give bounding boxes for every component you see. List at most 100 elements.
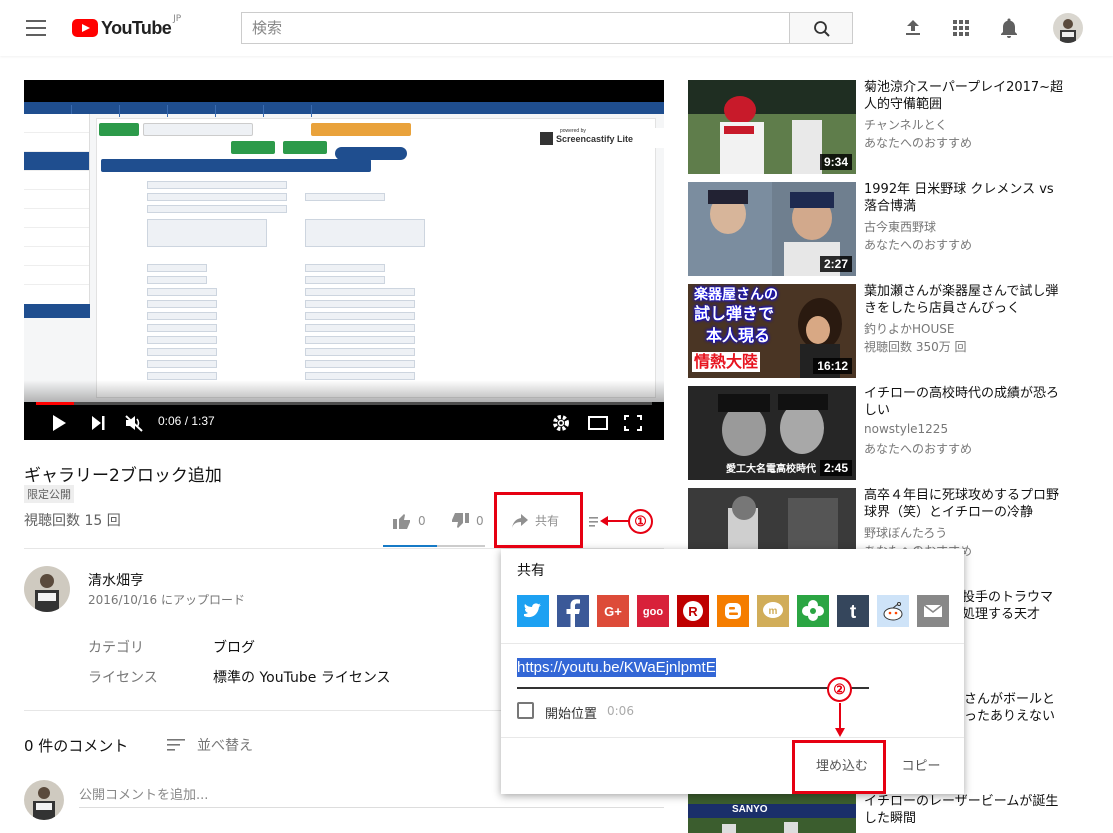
- share-twitter-button[interactable]: [517, 595, 549, 627]
- upload-icon[interactable]: [901, 16, 925, 40]
- fullscreen-icon[interactable]: [623, 414, 643, 432]
- share-mixi-button[interactable]: m: [757, 595, 789, 627]
- video-title: ギャラリー2ブロック追加: [24, 466, 222, 486]
- menu-icon[interactable]: [26, 20, 46, 36]
- watermark-text: Screencastify Lite: [556, 134, 634, 144]
- rec-meta: あなたへのおすすめ: [864, 238, 973, 252]
- rec-thumbnail: 2:27: [688, 182, 856, 276]
- recorded-app-topbar: [24, 102, 664, 117]
- next-icon[interactable]: [90, 414, 106, 432]
- rec-title-line-1: 投手のトラウマ: [962, 590, 1054, 605]
- notifications-bell-icon[interactable]: [997, 16, 1021, 40]
- sort-button[interactable]: 並べ替え: [167, 735, 253, 755]
- thumbs-down-icon: [452, 513, 469, 528]
- google-plus-icon: G+: [597, 595, 629, 627]
- logo-wordmark: YouTube: [101, 17, 172, 38]
- share-separator: [501, 737, 964, 738]
- thumb-overlay-text-2: 試し弾きで: [694, 304, 775, 323]
- rec-item[interactable]: 楽器屋さんの 試し弾きで 本人現る 情熱大陸 16:12 葉加瀬さんが楽器屋さん…: [688, 284, 1113, 378]
- channel-avatar[interactable]: [24, 566, 70, 612]
- rec-title-line-2: ったありえない: [964, 709, 1056, 724]
- category-value[interactable]: ブログ: [213, 637, 255, 657]
- svg-text:t: t: [850, 602, 857, 623]
- thumb-overlay-text-1: 楽器屋さんの: [694, 287, 778, 303]
- share-google-plus-button[interactable]: G+: [597, 595, 629, 627]
- thumbs-up-icon: [393, 514, 410, 529]
- share-tumblr-button[interactable]: t: [837, 595, 869, 627]
- share-reddit-button[interactable]: [877, 595, 909, 627]
- start-at-checkbox[interactable]: [517, 702, 534, 719]
- play-icon[interactable]: [50, 414, 68, 432]
- share-separator: [501, 643, 964, 644]
- sort-icon: [167, 739, 185, 751]
- like-button[interactable]: 0: [392, 512, 426, 530]
- annotation-arrow-down-icon: [835, 703, 845, 737]
- rec-channel: 古今東西野球: [864, 220, 937, 234]
- copy-button[interactable]: コピー: [894, 749, 948, 785]
- thumb-overlay-text-4: 情熱大陸: [692, 352, 761, 372]
- dislike-count: 0: [476, 514, 484, 528]
- rec-item[interactable]: SANYO イチローのレーザービームが誕生した瞬間: [688, 794, 1113, 833]
- channel-name[interactable]: 清水畑亨: [88, 570, 144, 590]
- sentiment-like-fill: [383, 545, 438, 547]
- masthead: YouTube JP: [0, 0, 1113, 56]
- recorded-app-form: [96, 118, 656, 398]
- rec-item[interactable]: 9:34 菊池涼介スーパープレイ2017~超人的守備範囲 チャンネルとく あなた…: [688, 80, 1113, 174]
- search-button[interactable]: [789, 12, 853, 44]
- reddit-icon: [877, 595, 909, 627]
- logo-region: JP: [173, 14, 182, 24]
- rec-item[interactable]: 2:27 1992年 日米野球 クレメンス vs 落合博満 古今東西野球 あなた…: [688, 182, 1113, 276]
- rec-thumbnail: SANYO: [688, 794, 856, 833]
- rec-thumbnail: 愛工大名電高校時代 2:45: [688, 386, 856, 480]
- video-frame: powered by Screencastify Lite: [24, 102, 664, 402]
- svg-text:G+: G+: [604, 604, 622, 619]
- rec-item[interactable]: 愛工大名電高校時代 2:45 イチローの高校時代の成績が恐ろしい nowstyl…: [688, 386, 1113, 480]
- share-url-field[interactable]: https://youtu.be/KWaEjnlpmtE: [517, 658, 869, 689]
- theater-mode-icon[interactable]: [587, 414, 609, 432]
- settings-gear-icon[interactable]: [552, 414, 570, 432]
- upload-date: 2016/10/16 にアップロード: [88, 593, 245, 607]
- thumb-sign-text: SANYO: [732, 804, 768, 815]
- watermark-prefix: powered by: [560, 128, 586, 134]
- annotation-highlight-embed: [792, 740, 886, 794]
- time-display: 0:06 / 1:37: [158, 414, 215, 428]
- youtube-logo[interactable]: YouTube JP: [72, 14, 182, 40]
- rec-title: 葉加瀬さんが楽器屋さんで試し弾きをしたら店員さんびっく: [864, 284, 1059, 316]
- video-player[interactable]: powered by Screencastify Lite 0:06 / 1:3…: [24, 80, 664, 440]
- share-goo-button[interactable]: goo: [637, 595, 669, 627]
- like-count: 0: [418, 514, 426, 528]
- share-blogger-button[interactable]: [717, 595, 749, 627]
- share-rakuten-button[interactable]: R: [677, 595, 709, 627]
- dislike-button[interactable]: 0: [450, 512, 484, 530]
- svg-text:R: R: [688, 604, 698, 619]
- apps-grid-icon[interactable]: [949, 16, 973, 40]
- rec-title-line-2: 処理する天才: [962, 607, 1041, 622]
- start-at-time[interactable]: 0:06: [607, 704, 634, 718]
- rec-duration: 2:27: [819, 256, 852, 272]
- tumblr-icon: t: [837, 595, 869, 627]
- annotation-marker-1: ①: [628, 509, 653, 534]
- share-dialog-title: 共有: [517, 563, 545, 579]
- share-facebook-button[interactable]: [557, 595, 589, 627]
- progress-played: [36, 402, 75, 405]
- rec-thumbnail: 9:34: [688, 80, 856, 174]
- share-kakao-button[interactable]: [797, 595, 829, 627]
- rec-title-line-1: さんがボールと: [964, 692, 1056, 707]
- channel-avatar-person-icon: [35, 574, 59, 612]
- rec-channel: 野球ぼんたろう: [864, 526, 948, 540]
- mute-icon[interactable]: [124, 414, 144, 432]
- share-email-button[interactable]: [917, 595, 949, 627]
- share-dialog: 共有 G+ goo R m t https://youtu.be/KWaEjnl…: [501, 549, 964, 794]
- category-label: カテゴリ: [88, 640, 144, 656]
- annotation-marker-2: ②: [827, 677, 852, 702]
- account-avatar[interactable]: [1053, 13, 1083, 43]
- share-url-text: https://youtu.be/KWaEjnlpmtE: [517, 658, 716, 677]
- rec-title: イチローの高校時代の成績が恐ろしい: [864, 386, 1060, 418]
- search-input[interactable]: [242, 13, 789, 43]
- rec-title: 高卒４年目に死球攻めするプロ野球界（笑）とイチローの冷静: [864, 488, 1060, 520]
- rec-title: 菊池涼介スーパープレイ2017~超人的守備範囲: [864, 80, 1064, 112]
- mixi-icon: m: [757, 595, 789, 627]
- progress-bar[interactable]: [36, 402, 652, 405]
- facebook-icon: [557, 595, 589, 627]
- youtube-play-icon: [72, 19, 98, 37]
